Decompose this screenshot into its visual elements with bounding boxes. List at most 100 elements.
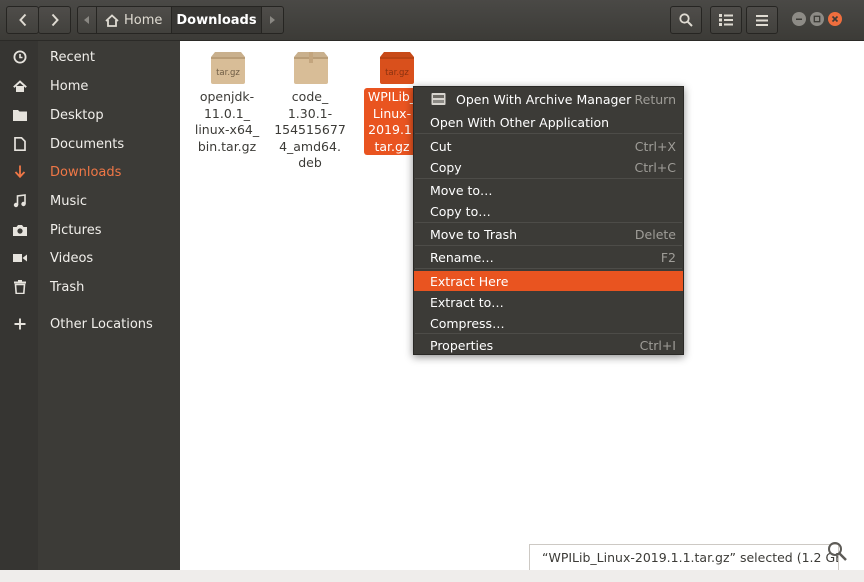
menu-item-label: Open With Other Application [430, 114, 610, 130]
sidebar-item-downloads[interactable]: Downloads [0, 159, 180, 185]
file-name: openjdk- 11.0.1_ linux-x64_ bin.tar.gz [194, 89, 260, 154]
menu-item-label: Copy [430, 159, 462, 175]
menu-separator [415, 245, 682, 246]
menu-item-shortcut: Ctrl+I [639, 337, 676, 353]
sidebar-item-other-locations[interactable]: Other Locations [0, 311, 180, 337]
sidebar-item-label: Desktop [50, 107, 104, 123]
menu-item-open-with-archive-manager[interactable]: Open With Archive Manager Return [414, 89, 683, 109]
sidebar-item-pictures[interactable]: Pictures [0, 217, 180, 243]
menu-item-properties[interactable]: Properties Ctrl+I [414, 335, 683, 355]
menu-item-compress[interactable]: Compress… [414, 313, 683, 333]
camera-icon [12, 222, 28, 238]
minimize-button[interactable] [792, 12, 806, 26]
menu-item-label: Copy to… [430, 203, 491, 219]
svg-text:tar.gz: tar.gz [216, 68, 240, 78]
chevron-left-icon [18, 13, 26, 27]
menu-item-shortcut: Delete [634, 226, 676, 242]
sidebar-item-label: Pictures [50, 222, 102, 238]
minimize-icon [796, 18, 802, 20]
music-icon [12, 193, 28, 209]
path-crumb-home-label: Home [124, 12, 163, 28]
video-icon [12, 250, 28, 266]
sidebar-item-home[interactable]: Home [0, 73, 180, 99]
maximize-button[interactable] [810, 12, 824, 26]
sidebar-item-documents[interactable]: Documents [0, 131, 180, 157]
menu-separator [415, 268, 682, 269]
menu-item-cut[interactable]: Cut Ctrl+X [414, 136, 683, 156]
home-icon [105, 13, 119, 27]
menu-button[interactable] [746, 6, 778, 34]
menu-item-label: Compress… [430, 315, 505, 331]
menu-separator [415, 133, 682, 134]
list-view-icon [719, 14, 733, 26]
context-menu: Open With Archive Manager Return Open Wi… [413, 86, 684, 355]
archive-manager-icon [431, 93, 446, 105]
sidebar-item-videos[interactable]: Videos [0, 245, 180, 271]
search-icon [679, 13, 693, 27]
menu-item-label: Cut [430, 138, 452, 154]
archive-icon: tar.gz [211, 52, 245, 84]
sidebar-item-label: Music [50, 193, 87, 209]
zoom-icon [828, 542, 847, 561]
sidebar-item-label: Trash [50, 279, 85, 295]
menu-item-move-to[interactable]: Move to… [414, 180, 683, 200]
menu-item-copy-to[interactable]: Copy to… [414, 201, 683, 221]
path-crumb-downloads[interactable]: Downloads [172, 7, 261, 33]
menu-item-label: Properties [430, 337, 494, 353]
file-item-openjdk[interactable]: tar.gz openjdk- 11.0.1_ linux-x64_ bin.t… [187, 41, 267, 161]
sidebar-item-label: Videos [50, 250, 94, 266]
selection-status-bar: “WPILib_Linux-2019.1.1.tar.gz” selected … [529, 544, 839, 570]
menu-item-copy[interactable]: Copy Ctrl+C [414, 157, 683, 177]
hamburger-icon [756, 14, 768, 26]
menu-item-shortcut: F2 [660, 249, 676, 265]
package-icon [294, 52, 328, 84]
menu-item-extract-to[interactable]: Extract to… [414, 292, 683, 312]
sidebar-item-label: Downloads [50, 164, 122, 180]
menu-item-label: Move to Trash [430, 226, 518, 242]
file-item-code-deb[interactable]: code_ 1.30.1- 154515677 4_amd64. deb [270, 41, 350, 176]
file-manager-window: Home Downloads Recent Home Desktop Docum… [0, 0, 864, 570]
menu-item-label: Extract to… [430, 294, 504, 310]
triangle-right-icon [270, 16, 275, 24]
menu-item-open-with-other-application[interactable]: Open With Other Application [414, 112, 683, 132]
header-bar: Home Downloads [0, 0, 864, 41]
menu-item-label: Rename… [430, 249, 494, 265]
download-icon [12, 164, 28, 180]
archive-icon: tar.gz [380, 52, 414, 84]
path-crumb-home[interactable]: Home [97, 7, 171, 33]
menu-item-rename[interactable]: Rename… F2 [414, 247, 683, 267]
menu-separator [415, 178, 682, 179]
path-scroll-right-button[interactable] [262, 7, 282, 33]
status-text: “WPILib_Linux-2019.1.1.tar.gz” selected … [542, 550, 839, 565]
sidebar-item-label: Other Locations [50, 316, 153, 332]
triangle-left-icon [84, 16, 89, 24]
sidebar-item-desktop[interactable]: Desktop [0, 102, 180, 128]
sidebar-item-music[interactable]: Music [0, 188, 180, 214]
sidebar-item-label: Documents [50, 136, 125, 152]
path-bar: Home Downloads [77, 6, 284, 34]
close-button[interactable] [828, 12, 842, 26]
home-icon [12, 78, 28, 94]
menu-item-move-to-trash[interactable]: Move to Trash Delete [414, 224, 683, 244]
view-toggle-button[interactable] [710, 6, 742, 34]
trash-icon [12, 279, 28, 295]
menu-item-extract-here[interactable]: Extract Here [414, 271, 683, 291]
search-button[interactable] [670, 6, 702, 34]
folder-icon [12, 107, 28, 123]
document-icon [12, 136, 28, 152]
file-name: code_ 1.30.1- 154515677 4_amd64. deb [274, 89, 346, 170]
clock-icon [12, 49, 28, 65]
plus-icon [12, 316, 28, 332]
chevron-right-icon [51, 13, 59, 27]
sidebar-item-trash[interactable]: Trash [0, 274, 180, 300]
forward-button[interactable] [38, 6, 71, 34]
back-button[interactable] [6, 6, 39, 34]
menu-item-shortcut: Ctrl+X [634, 138, 676, 154]
sidebar-item-recent[interactable]: Recent [0, 44, 180, 70]
sidebar: Recent Home Desktop Documents Downloads [0, 41, 180, 570]
path-scroll-left-button[interactable] [78, 7, 96, 33]
sidebar-item-label: Recent [50, 49, 95, 65]
menu-separator [415, 222, 682, 223]
menu-separator [415, 333, 682, 334]
menu-item-shortcut: Return [634, 91, 676, 107]
